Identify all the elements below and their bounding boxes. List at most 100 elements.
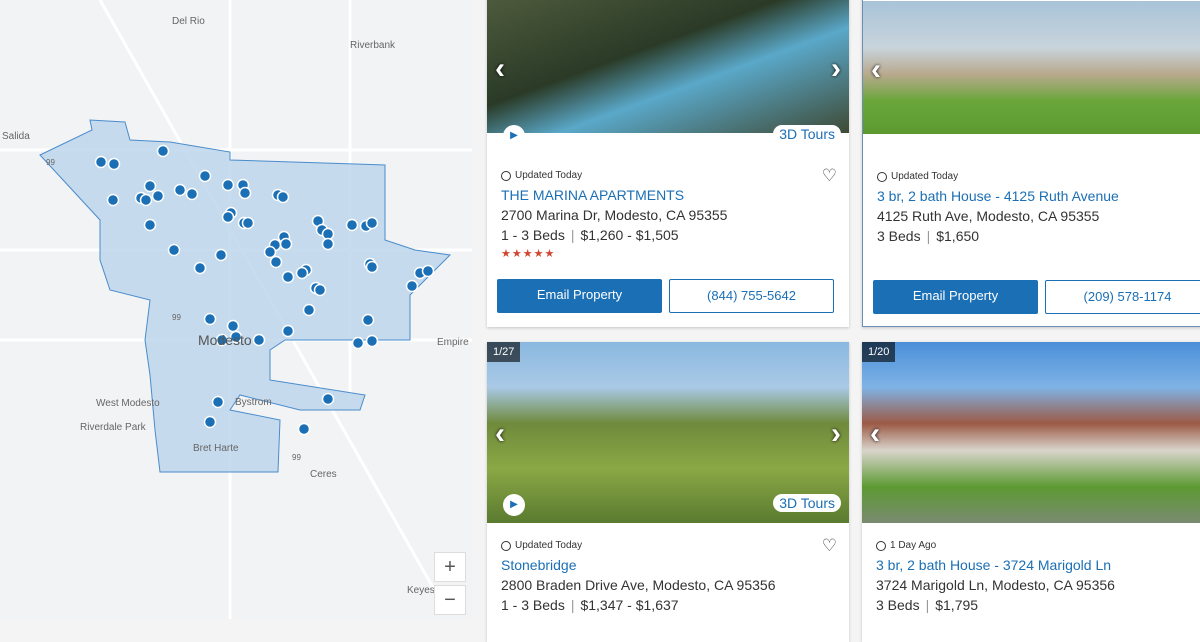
- email-property-button[interactable]: Email Property: [873, 280, 1038, 314]
- 3d-tours-badge[interactable]: 3D Tours: [773, 125, 841, 143]
- map-marker[interactable]: [421, 264, 435, 278]
- map-marker[interactable]: [94, 155, 108, 169]
- map-canvas: [0, 0, 472, 619]
- map-marker[interactable]: [281, 324, 295, 338]
- map-label: Riverbank: [350, 40, 396, 51]
- map[interactable]: Del Rio Riverbank Salida Modesto Empire …: [0, 0, 472, 619]
- map-marker[interactable]: [365, 260, 379, 274]
- map-marker[interactable]: [241, 216, 255, 230]
- favorite-heart-icon[interactable]: ♡: [822, 166, 837, 186]
- map-marker[interactable]: [156, 144, 170, 158]
- map-marker[interactable]: [313, 283, 327, 297]
- prev-photo-icon[interactable]: ‹: [870, 417, 880, 451]
- map-marker[interactable]: [297, 422, 311, 436]
- map-marker[interactable]: [198, 169, 212, 183]
- prev-photo-icon[interactable]: ‹: [495, 417, 505, 451]
- map-marker[interactable]: [295, 266, 309, 280]
- photo-counter: 1/20: [862, 342, 896, 362]
- search-area-polygon: [39, 119, 452, 473]
- clock-icon: [877, 171, 887, 182]
- updated-text: 1 Day Ago: [890, 540, 937, 551]
- map-marker[interactable]: [151, 189, 165, 203]
- rating-stars: ★★★★★: [501, 248, 556, 260]
- listing-beds: 1 - 3 Beds: [501, 227, 565, 243]
- map-marker[interactable]: [107, 157, 121, 171]
- prev-photo-icon[interactable]: ‹: [871, 53, 881, 87]
- map-marker[interactable]: [365, 216, 379, 230]
- phone-button[interactable]: (844) 755-5642: [669, 279, 834, 313]
- listing-title[interactable]: 3 br, 2 bath House - 3724 Marigold Ln: [876, 557, 1200, 573]
- map-marker[interactable]: [221, 210, 235, 224]
- updated-text: Updated Today: [891, 171, 959, 182]
- map-label: Modesto: [198, 332, 252, 348]
- listing-address: 4125 Ruth Ave, Modesto, CA 95355: [877, 208, 1100, 224]
- email-property-button[interactable]: Email Property: [497, 279, 662, 313]
- map-marker[interactable]: [365, 334, 379, 348]
- map-marker[interactable]: [345, 218, 359, 232]
- map-label: Bystrom: [235, 397, 272, 408]
- listing-photo[interactable]: [863, 1, 1200, 134]
- listing-card[interactable]: 1/27 ‹ › ▶ 3D Tours Updated Today ♡ Ston…: [487, 342, 849, 642]
- map-label: Ceres: [310, 469, 337, 480]
- clock-icon: [501, 170, 511, 181]
- 3d-tours-badge[interactable]: 3D Tours: [773, 494, 841, 512]
- listing-price: $1,795: [935, 597, 979, 613]
- map-marker[interactable]: [302, 303, 316, 317]
- next-photo-icon[interactable]: ›: [831, 417, 841, 451]
- map-marker[interactable]: [276, 190, 290, 204]
- map-marker[interactable]: [269, 255, 283, 269]
- clock-icon: [501, 540, 511, 551]
- map-marker[interactable]: [214, 248, 228, 262]
- map-marker[interactable]: [238, 186, 252, 200]
- zoom-out-button[interactable]: −: [434, 585, 466, 615]
- listing-address: 3724 Marigold Ln, Modesto, CA 95356: [876, 577, 1115, 593]
- listing-card[interactable]: ‹ › ▶ 3D Tours Updated Today ♡ THE MARIN…: [487, 0, 849, 327]
- listing-results: ‹ › ▶ 3D Tours Updated Today ♡ THE MARIN…: [472, 0, 1200, 642]
- map-marker[interactable]: [226, 319, 240, 333]
- zoom-in-button[interactable]: +: [434, 552, 466, 582]
- listing-price: $1,347 - $1,637: [580, 597, 679, 613]
- photo-counter: 1/27: [487, 342, 521, 362]
- updated-text: Updated Today: [515, 540, 583, 551]
- play-icon[interactable]: ▶: [503, 125, 525, 147]
- map-marker[interactable]: [203, 415, 217, 429]
- listing-beds: 1 - 3 Beds: [501, 597, 565, 613]
- map-marker[interactable]: [321, 392, 335, 406]
- map-marker[interactable]: [361, 313, 375, 327]
- map-marker[interactable]: [351, 336, 365, 350]
- listing-card[interactable]: 1/20 ‹ 1 Day Ago 3 br, 2 bath House - 37…: [862, 342, 1200, 642]
- map-marker[interactable]: [185, 187, 199, 201]
- listing-address: 2800 Braden Drive Ave, Modesto, CA 95356: [501, 577, 776, 593]
- map-marker[interactable]: [203, 312, 217, 326]
- map-marker[interactable]: [106, 193, 120, 207]
- next-photo-icon[interactable]: ›: [831, 52, 841, 86]
- listing-price: $1,650: [936, 228, 980, 244]
- map-marker[interactable]: [252, 333, 266, 347]
- listing-photo[interactable]: [487, 0, 849, 133]
- play-icon[interactable]: ▶: [503, 494, 525, 516]
- map-marker[interactable]: [143, 218, 157, 232]
- map-marker[interactable]: [221, 178, 235, 192]
- map-marker[interactable]: [405, 279, 419, 293]
- map-marker[interactable]: [139, 193, 153, 207]
- listing-photo[interactable]: [862, 342, 1200, 523]
- map-marker[interactable]: [143, 179, 157, 193]
- map-marker[interactable]: [193, 261, 207, 275]
- highway-label: 99: [46, 158, 55, 167]
- listing-price: $1,260 - $1,505: [580, 227, 679, 243]
- listing-title[interactable]: 3 br, 2 bath House - 4125 Ruth Avenue: [877, 188, 1200, 204]
- map-marker[interactable]: [173, 183, 187, 197]
- map-label: Del Rio: [172, 16, 205, 27]
- map-marker[interactable]: [211, 395, 225, 409]
- map-marker[interactable]: [263, 245, 277, 259]
- map-marker[interactable]: [321, 237, 335, 251]
- favorite-heart-icon[interactable]: ♡: [822, 536, 837, 556]
- phone-button[interactable]: (209) 578-1174: [1045, 280, 1200, 314]
- map-marker[interactable]: [167, 243, 181, 257]
- listing-title[interactable]: THE MARINA APARTMENTS: [501, 187, 837, 203]
- map-marker[interactable]: [279, 237, 293, 251]
- map-marker[interactable]: [281, 270, 295, 284]
- prev-photo-icon[interactable]: ‹: [495, 52, 505, 86]
- listing-card[interactable]: ‹ Updated Today 3 br, 2 bath House - 412…: [862, 0, 1200, 327]
- listing-title[interactable]: Stonebridge: [501, 557, 837, 573]
